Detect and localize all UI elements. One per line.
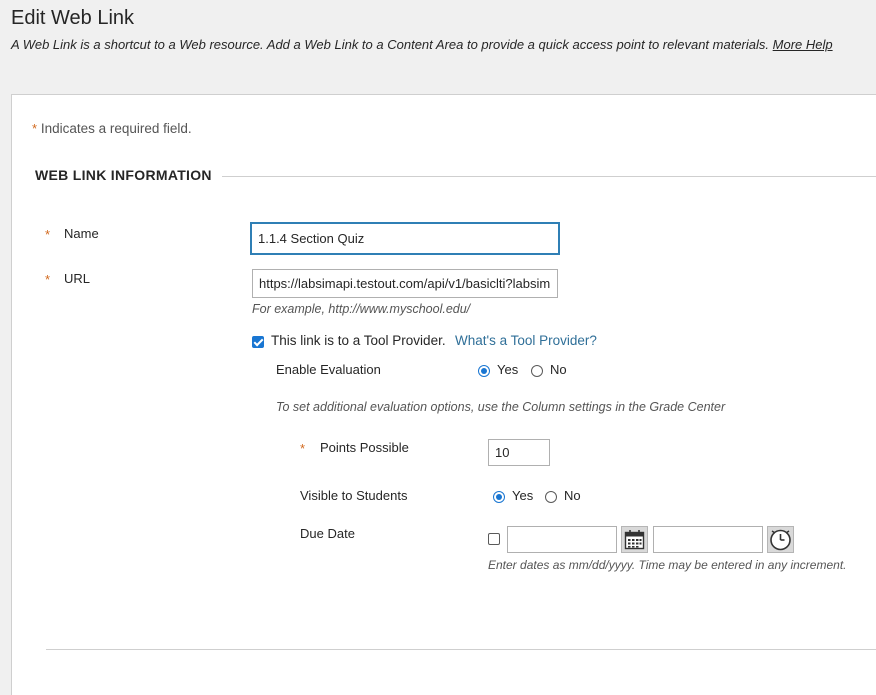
name-input[interactable]: 1.1.4 Section Quiz	[250, 222, 560, 255]
due-date-checkbox[interactable]	[488, 533, 500, 545]
page-description: A Web Link is a shortcut to a Web resour…	[11, 37, 770, 52]
visible-yes-radio[interactable]	[493, 491, 505, 503]
more-help-link[interactable]: More Help	[773, 37, 833, 52]
calendar-icon[interactable]	[621, 526, 648, 553]
due-time-input[interactable]	[653, 526, 763, 553]
evaluation-note: To set additional evaluation options, us…	[276, 400, 726, 414]
visible-to-students-label: Visible to Students	[300, 488, 408, 503]
page-subtitle: A Web Link is a shortcut to a Web resour…	[11, 37, 833, 52]
enable-evaluation-yes-label: Yes	[497, 362, 519, 377]
page-title: Edit Web Link	[11, 7, 135, 29]
name-label: Name	[64, 226, 99, 241]
url-label: URL	[64, 271, 91, 286]
whats-a-tool-provider-link[interactable]: What's a Tool Provider?	[455, 333, 597, 348]
visible-no-radio[interactable]	[545, 491, 557, 503]
enable-evaluation-label: Enable Evaluation	[276, 362, 381, 377]
required-field-note: * Indicates a required field.	[32, 121, 192, 136]
points-possible-input[interactable]: 10	[488, 439, 550, 466]
due-date-hint: Enter dates as mm/dd/yyyy. Time may be e…	[488, 558, 847, 572]
url-required-star: *	[45, 272, 51, 287]
due-date-label: Due Date	[300, 526, 355, 541]
visible-no-label: No	[564, 488, 581, 503]
visible-yes-label: Yes	[512, 488, 534, 503]
section-divider	[222, 176, 876, 177]
url-example-hint: For example, http://www.myschool.edu/	[252, 302, 471, 316]
enable-evaluation-no-radio[interactable]	[531, 365, 543, 377]
points-possible-label: Points Possible	[320, 440, 409, 455]
clock-icon[interactable]	[767, 526, 794, 553]
bottom-divider	[46, 649, 876, 650]
tool-provider-label: This link is to a Tool Provider.	[271, 333, 446, 348]
web-link-form-panel: * Indicates a required field. WEB LINK I…	[11, 94, 876, 695]
required-star: *	[32, 121, 38, 136]
enable-evaluation-no-label: No	[550, 362, 567, 377]
section-title: WEB LINK INFORMATION	[35, 167, 212, 183]
enable-evaluation-yes-radio[interactable]	[478, 365, 490, 377]
name-required-star: *	[45, 227, 51, 242]
url-input[interactable]: https://labsimapi.testout.com/api/v1/bas…	[252, 269, 558, 298]
due-date-input[interactable]	[507, 526, 617, 553]
tool-provider-checkbox[interactable]	[252, 336, 264, 348]
required-note-text: Indicates a required field.	[40, 121, 192, 136]
points-required-star: *	[300, 441, 306, 456]
